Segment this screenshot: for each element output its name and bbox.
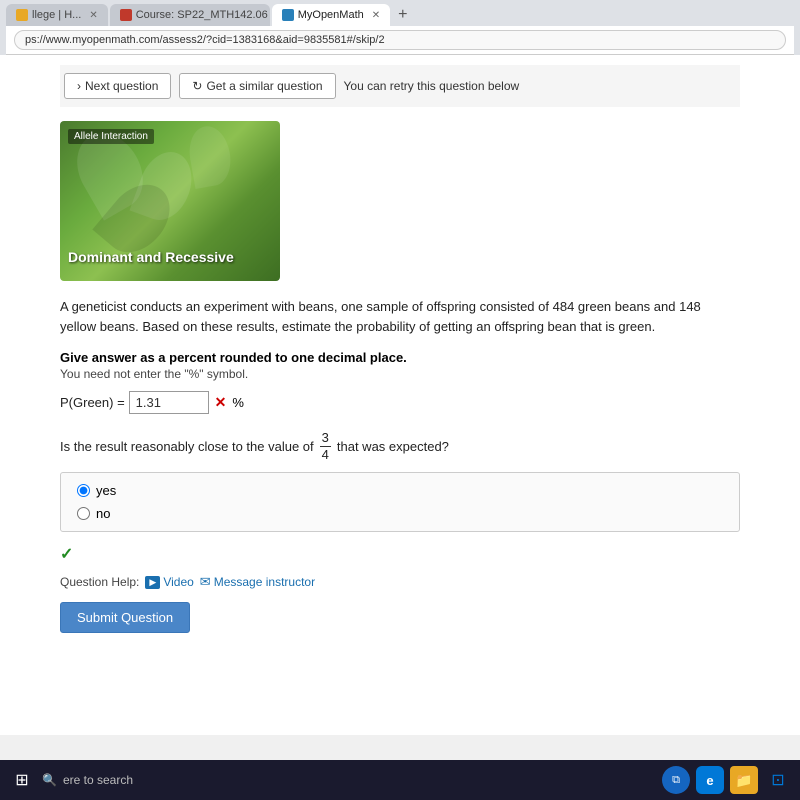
video-icon: ▶: [145, 576, 160, 589]
tab-2-icon: [120, 9, 132, 21]
p-green-label: P(Green) =: [60, 395, 125, 410]
address-bar[interactable]: ps://www.myopenmath.com/assess2/?cid=138…: [14, 30, 786, 50]
p-green-row: P(Green) = ✕ %: [60, 391, 740, 414]
message-instructor-label: Message instructor: [214, 575, 315, 589]
instruction-normal: You need not enter the "%" symbol.: [60, 367, 740, 381]
radio-yes[interactable]: [77, 484, 90, 497]
allele-image: Allele Interaction Dominant and Recessiv…: [60, 121, 280, 281]
leaf-3: [185, 123, 235, 189]
instruction-bold: Give answer as a percent rounded to one …: [60, 350, 740, 365]
fraction-denominator: 4: [320, 447, 331, 463]
page-wrapper: llege | H... ✕ Course: SP22_MTH142.06 - …: [0, 0, 800, 735]
submit-question-button[interactable]: Submit Question: [60, 602, 190, 633]
mail-icon: ✉: [200, 574, 211, 590]
radio-option-no[interactable]: no: [77, 506, 723, 521]
similar-question-button[interactable]: ↻ Get a similar question: [179, 73, 335, 99]
store-icon-symbol: ⊡: [771, 770, 784, 790]
tab-3-close[interactable]: ✕: [372, 10, 380, 21]
store-icon[interactable]: ⊡: [764, 766, 792, 794]
tab-1-close[interactable]: ✕: [89, 10, 97, 21]
image-overlay-bottom: Dominant and Recessive: [68, 249, 234, 265]
taskview-label: ⧉: [672, 774, 680, 787]
retry-text: You can retry this question below: [344, 79, 520, 93]
question-help-label: Question Help:: [60, 575, 139, 589]
image-background: Allele Interaction Dominant and Recessiv…: [60, 121, 280, 281]
tab-bar: llege | H... ✕ Course: SP22_MTH142.06 - …: [6, 4, 794, 26]
browser-chrome: llege | H... ✕ Course: SP22_MTH142.06 - …: [0, 0, 800, 55]
taskbar-search: 🔍 ere to search: [42, 773, 656, 787]
tab-3[interactable]: MyOpenMath ✕: [272, 4, 390, 26]
search-placeholder: ere to search: [63, 773, 133, 787]
input-error-icon: ✕: [215, 394, 227, 411]
taskbar: ⊞ 🔍 ere to search ⧉ e 📁 ⊡: [0, 760, 800, 800]
refresh-icon: ↻: [192, 79, 202, 93]
radio-no-label[interactable]: no: [96, 506, 110, 521]
search-icon: 🔍: [42, 773, 57, 787]
radio-no[interactable]: [77, 507, 90, 520]
new-tab-button[interactable]: +: [392, 4, 413, 26]
top-bar: › Next question ↻ Get a similar question…: [60, 65, 740, 107]
checkmark-indicator: ✓: [60, 544, 740, 564]
fraction-question: Is the result reasonably close to the va…: [60, 430, 740, 462]
tab-3-icon: [282, 9, 294, 21]
question-help-row: Question Help: ▶ Video ✉ Message instruc…: [60, 574, 740, 590]
p-green-input[interactable]: [129, 391, 209, 414]
video-label: Video: [163, 575, 193, 589]
image-overlay-top: Allele Interaction: [68, 129, 154, 144]
edge-browser-icon[interactable]: e: [696, 766, 724, 794]
radio-yes-label[interactable]: yes: [96, 483, 116, 498]
percent-symbol: %: [232, 395, 244, 410]
radio-box: yes no: [60, 472, 740, 532]
folder-icon[interactable]: 📁: [730, 766, 758, 794]
video-link[interactable]: ▶ Video: [145, 575, 193, 589]
tab-3-label: MyOpenMath: [298, 9, 364, 21]
problem-text: A geneticist conducts an experiment with…: [60, 297, 740, 336]
page-content: › Next question ↻ Get a similar question…: [0, 55, 800, 735]
next-question-label: Next question: [85, 79, 158, 93]
message-instructor-link[interactable]: ✉ Message instructor: [200, 574, 315, 590]
address-bar-row: ps://www.myopenmath.com/assess2/?cid=138…: [6, 26, 794, 55]
next-question-button[interactable]: › Next question: [64, 73, 171, 99]
windows-start-icon[interactable]: ⊞: [8, 766, 36, 794]
tab-1[interactable]: llege | H... ✕: [6, 4, 108, 26]
tab-1-label: llege | H...: [32, 9, 81, 21]
fraction-display: 3 4: [320, 430, 331, 462]
fraction-question-post: that was expected?: [337, 439, 449, 454]
taskview-icon[interactable]: ⧉: [662, 766, 690, 794]
chevron-right-icon: ›: [77, 79, 81, 93]
similar-question-label: Get a similar question: [206, 79, 322, 93]
tab-2-label: Course: SP22_MTH142.06 - Statis...: [136, 9, 270, 21]
tab-1-icon: [16, 9, 28, 21]
radio-option-yes[interactable]: yes: [77, 483, 723, 498]
tab-2[interactable]: Course: SP22_MTH142.06 - Statis... ✕: [110, 4, 270, 26]
fraction-numerator: 3: [320, 430, 331, 447]
fraction-question-pre: Is the result reasonably close to the va…: [60, 439, 314, 454]
